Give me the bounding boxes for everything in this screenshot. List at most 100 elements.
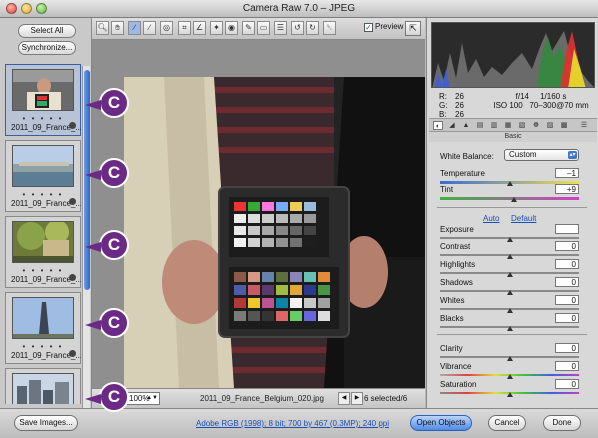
synchronize-button[interactable]: Synchronize... [18,41,76,55]
bottom-bar: Save Images... Adobe RGB (1998); 8 bit; … [0,408,598,438]
callout-marker: C [85,158,129,188]
preview-toggle[interactable]: ✓ Preview [364,22,403,32]
image-canvas[interactable] [92,40,425,388]
camera-calibration-tab-icon[interactable]: ☸ [531,121,541,130]
highlights-slider-handle[interactable] [506,272,513,277]
contrast-value-field[interactable]: 0 [555,241,579,251]
thumbnail-item[interactable] [5,368,81,404]
tint-slider-track[interactable] [440,197,579,200]
tint-slider-handle[interactable] [510,197,517,202]
previous-image-icon[interactable]: ◀ [338,392,350,405]
trash-icon[interactable]: ␡ [323,21,336,35]
checkbox-icon[interactable]: ✓ [364,23,373,32]
shadows-value-field[interactable]: 0 [555,277,579,287]
color-sampler-icon[interactable]: ∕ [143,21,156,35]
filmstrip-scrollbar[interactable] [82,66,90,411]
aperture: f/14 [515,92,529,101]
lens-info: 70–300@70 mm [529,101,589,110]
zoom-select[interactable]: 100% ▲▼ [126,392,160,405]
saturation-slider-handle[interactable] [506,392,513,397]
callout-marker: C [85,308,129,338]
whites-label: Whites [440,296,465,305]
filmstrip-panel: Select All Synchronize... • • • • • 2011… [0,18,92,411]
cancel-button[interactable]: Cancel [488,415,526,431]
next-image-icon[interactable]: ▶ [351,392,363,405]
detail-tab-icon[interactable]: ▲ [461,121,471,130]
adjustment-brush-icon[interactable]: ✎ [242,21,255,35]
contrast-slider-handle[interactable] [506,254,513,259]
graduated-filter-icon[interactable]: ▭ [257,21,270,35]
auto-link[interactable]: Auto [483,214,499,223]
whites-slider-handle[interactable] [506,308,513,313]
thumbnail-image [12,145,74,187]
exposure-value-field[interactable] [555,224,579,234]
tint-value-field[interactable]: +9 [555,184,579,194]
iso: ISO 100 [493,101,523,110]
lens-corrections-tab-icon[interactable]: ▦ [503,121,513,130]
rating-stars[interactable]: • • • • • [6,114,80,123]
thumbnail-image [12,221,74,263]
spot-removal-icon[interactable]: ✦ [210,21,223,35]
title-bar: Camera Raw 7.0 – JPEG [0,0,598,18]
panel-menu-icon[interactable]: ☰ [579,121,589,130]
rating-stars[interactable]: • • • • • [6,190,80,199]
preferences-icon[interactable]: ☰ [274,21,287,35]
thumbnail-item[interactable]: • • • • • 2011_09_France_... [5,292,81,364]
thumbnail-item[interactable]: • • • • • 2011_09_France_... [5,140,81,212]
default-link[interactable]: Default [511,214,536,223]
whites-value-field[interactable]: 0 [555,295,579,305]
rating-stars[interactable]: • • • • • [6,266,80,275]
preview-label: Preview [375,22,404,31]
red-eye-icon[interactable]: ◉ [225,21,238,35]
white-balance-icon[interactable]: ∕ [128,21,141,35]
presets-tab-icon[interactable]: ▨ [545,121,555,130]
callout-marker: C [85,230,129,260]
clarity-slider-handle[interactable] [506,356,513,361]
snapshots-tab-icon[interactable]: ▩ [559,121,569,130]
temperature-slider-handle[interactable] [506,181,513,186]
saturation-label: Saturation [440,380,477,389]
vibrance-slider-handle[interactable] [506,374,513,379]
blacks-value-field[interactable]: 0 [555,313,579,323]
basic-tab-icon[interactable]: ◐ [433,121,443,130]
thumbnail-list: • • • • • 2011_09_France_... • • • • • 2… [5,64,81,404]
done-button[interactable]: Done [543,415,581,431]
crop-icon[interactable]: ⌗ [178,21,191,35]
highlights-value-field[interactable]: 0 [555,259,579,269]
white-balance-select[interactable]: Custom ▴▾ [504,149,579,161]
rating-stars[interactable]: • • • • • [6,342,80,351]
shadows-label: Shadows [440,278,473,287]
thumbnail-item[interactable]: • • • • • 2011_09_France_... [5,64,81,136]
vibrance-value-field[interactable]: 0 [555,361,579,371]
temperature-value-field[interactable]: –1 [555,168,579,178]
select-all-button[interactable]: Select All [18,24,76,38]
white-balance-label: White Balance: [440,152,494,161]
effects-tab-icon[interactable]: ▧ [517,121,527,130]
current-filename: 2011_09_France_Belgium_020.jpg [200,394,324,403]
panel-tabs: ◐ ◢ ▲ ▤ ▥ ▦ ▧ ☸ ▨ ▩ ☰ [429,118,597,132]
hand-icon[interactable]: ✋︎ [111,21,124,35]
contrast-label: Contrast [440,242,471,251]
open-objects-button[interactable]: Open Objects [410,415,472,431]
save-images-button[interactable]: Save Images... [14,415,78,431]
tone-curve-tab-icon[interactable]: ◢ [447,121,457,130]
workflow-options-link[interactable]: Adobe RGB (1998); 8 bit; 700 by 467 (0.3… [196,419,389,428]
exposure-slider-handle[interactable] [506,237,513,242]
thumbnail-item[interactable]: • • • • • 2011_09_France_... [5,216,81,288]
clarity-value-field[interactable]: 0 [555,343,579,353]
fullscreen-icon[interactable]: ⇱ [405,21,421,36]
blacks-slider-handle[interactable] [506,326,513,331]
shadows-slider-handle[interactable] [506,290,513,295]
zoom-icon[interactable]: 🔍︎ [96,21,109,35]
saturation-value-field[interactable]: 0 [555,379,579,389]
r-label: R: [439,92,447,101]
rotate-right-icon[interactable]: ↻ [306,21,319,35]
panel-title: Basic [429,132,597,142]
highlights-label: Highlights [440,260,476,269]
rotate-left-icon[interactable]: ↺ [291,21,304,35]
hsl-tab-icon[interactable]: ▤ [475,121,485,130]
tint-label: Tint [440,185,454,194]
split-toning-tab-icon[interactable]: ▥ [489,121,499,130]
straighten-icon[interactable]: ∠ [193,21,206,35]
targeted-adjust-icon[interactable]: ◎ [160,21,173,35]
